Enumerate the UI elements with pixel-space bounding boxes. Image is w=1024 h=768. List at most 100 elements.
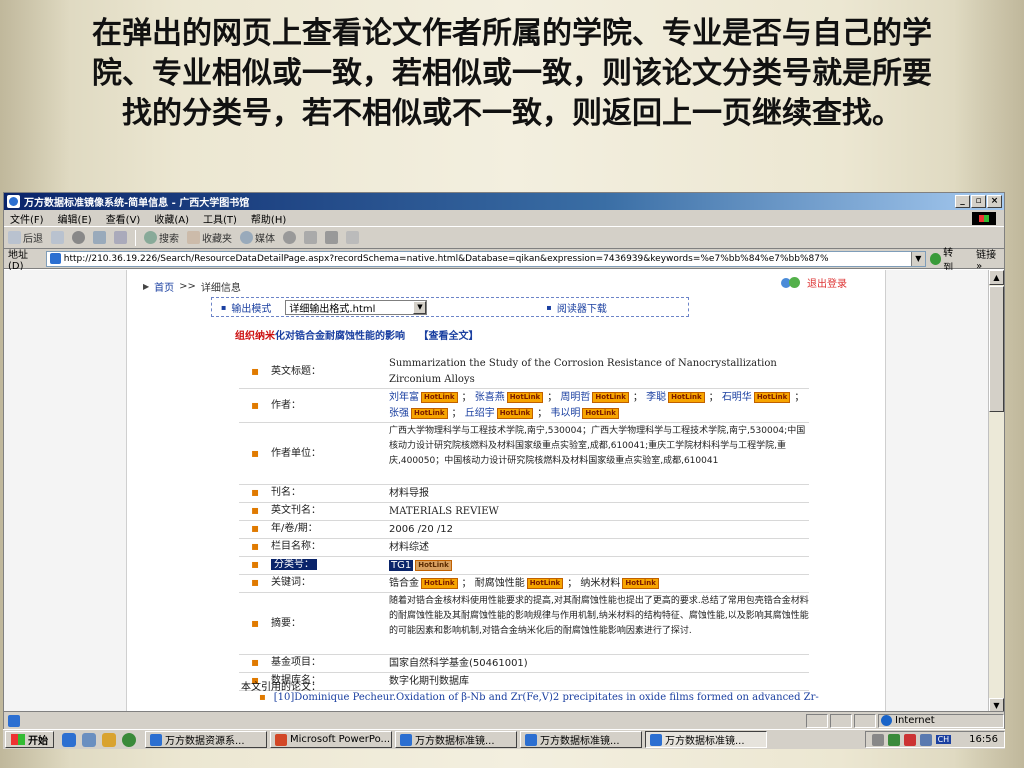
keyword-link[interactable]: 锆合金 <box>389 578 419 589</box>
refresh-button[interactable] <box>93 231 106 244</box>
field-value: 国家自然科学基金(50461001) <box>389 658 528 669</box>
field-value: 随着对锆合金核材料使用性能要求的提高,对其耐腐蚀性能也提出了更高的要求.总结了常… <box>389 596 809 636</box>
toolbar-separator <box>135 229 136 246</box>
taskbar-item[interactable]: 万方数据标准镜... <box>395 731 517 748</box>
minimize-button[interactable]: _ <box>955 195 970 208</box>
citation-item[interactable]: ▪ [10]Dominique Pecheur.Oxidation of β-N… <box>259 692 819 703</box>
taskbar-item[interactable]: 万方数据资源系... <box>145 731 267 748</box>
language-indicator[interactable]: CH <box>935 735 952 744</box>
menu-help[interactable]: 帮助(H) <box>251 211 286 226</box>
menu-edit[interactable]: 编辑(E) <box>58 211 92 226</box>
field-value: 数字化期刊数据库 <box>389 676 469 687</box>
menu-favorites[interactable]: 收藏(A) <box>154 211 189 226</box>
hotlink-badge[interactable]: HotLink <box>622 577 659 589</box>
taskbar-item[interactable]: Microsoft PowerPo... <box>270 731 392 748</box>
vertical-scrollbar[interactable]: ▲ ▼ <box>988 270 1004 713</box>
ime-icon[interactable] <box>919 733 932 746</box>
author-link[interactable]: 丘绍宇 <box>465 408 495 419</box>
favorites-button[interactable]: 收藏夹 <box>187 230 232 245</box>
ie-quicklaunch-icon[interactable] <box>62 732 76 747</box>
journal-link[interactable]: 材料导报 <box>389 485 809 502</box>
hotlink-badge[interactable]: HotLink <box>753 391 791 403</box>
hotlink-badge[interactable]: HotLink <box>496 407 534 419</box>
menu-tools[interactable]: 工具(T) <box>203 211 237 226</box>
author-link[interactable]: 韦以明 <box>550 408 580 419</box>
page-content-area: ▶ 首页 >> 详细信息 退出登录 ▪ 输出模式 详细输出格式.html ▼ ▪… <box>4 270 990 713</box>
favorites-label: 收藏夹 <box>202 234 232 245</box>
ie-icon <box>400 733 412 746</box>
media-player-icon[interactable] <box>122 732 136 747</box>
speaker-icon[interactable] <box>871 733 884 746</box>
taskbar-item-active[interactable]: 万方数据标准镜... <box>645 731 767 748</box>
hotlink-badge[interactable]: HotLink <box>411 407 448 419</box>
window-titlebar[interactable]: 万方数据标准镜像系统-简单信息 - 广西大学图书馆 _ ▫ × <box>4 193 1004 210</box>
hotlink-badge[interactable]: HotLink <box>582 407 619 419</box>
edit-icon <box>346 231 359 244</box>
menu-bar: 文件(F) 编辑(E) 查看(V) 收藏(A) 工具(T) 帮助(H) <box>4 210 1004 227</box>
classification-code[interactable]: TG1 <box>389 560 414 571</box>
network-icon[interactable] <box>887 733 900 746</box>
edit-button[interactable] <box>346 231 359 244</box>
media-button[interactable]: 媒体 <box>240 230 275 245</box>
author-link[interactable]: 刘年富 <box>389 392 419 403</box>
logout-link[interactable]: 退出登录 <box>781 275 847 290</box>
home-button[interactable] <box>114 231 127 244</box>
breadcrumb-home-link[interactable]: 首页 <box>154 279 174 294</box>
search-button[interactable]: 搜索 <box>144 230 179 245</box>
antivirus-icon[interactable] <box>903 733 916 746</box>
mail-button[interactable] <box>304 231 317 244</box>
view-fulltext-link[interactable]: 【查看全文】 <box>418 331 478 342</box>
breadcrumb: ▶ 首页 >> 详细信息 <box>143 279 241 294</box>
citations-heading: 本文引用的论文： <box>241 682 321 693</box>
forward-button[interactable] <box>51 231 64 244</box>
keyword-link[interactable]: 耐腐蚀性能 <box>475 578 525 589</box>
hotlink-badge[interactable]: HotLink <box>421 391 458 403</box>
menu-view[interactable]: 查看(V) <box>106 211 141 226</box>
bullet-icon: ▪ <box>251 521 260 535</box>
author-link[interactable]: 张喜燕 <box>475 392 505 403</box>
clock: 16:56 <box>969 734 998 745</box>
scroll-thumb[interactable] <box>989 286 1004 412</box>
hotlink-badge[interactable]: HotLink <box>592 391 629 403</box>
stop-button[interactable] <box>72 231 85 244</box>
reader-download-link[interactable]: ▪ 阅读器下载 <box>537 300 606 315</box>
issue-link[interactable]: 2006 /20 /12 <box>389 521 809 538</box>
hotlink-badge[interactable]: HotLink <box>668 391 705 403</box>
close-button[interactable]: × <box>987 195 1002 208</box>
author-link[interactable]: 周明哲 <box>560 392 590 403</box>
keyword-link[interactable]: 纳米材料 <box>580 578 620 589</box>
field-row-column: ▪ 栏目名称： 材料综述 <box>239 539 809 557</box>
go-button[interactable]: 转到 <box>929 244 962 274</box>
print-button[interactable] <box>325 231 338 244</box>
field-row-affiliation: ▪ 作者单位： 广西大学物理科学与工程技术学院,南宁,530004；广西大学物理… <box>239 423 809 485</box>
browser-window: 万方数据标准镜像系统-简单信息 - 广西大学图书馆 _ ▫ × 文件(F) 编辑… <box>3 192 1005 730</box>
taskbar-item-label: 万方数据标准镜... <box>415 736 495 747</box>
home-icon <box>114 231 127 244</box>
hotlink-badge[interactable]: HotLink <box>421 577 458 589</box>
bullet-icon: ▪ <box>251 446 260 460</box>
taskbar-item[interactable]: 万方数据标准镜... <box>520 731 642 748</box>
author-link[interactable]: 张强 <box>389 408 409 419</box>
back-button[interactable]: 后退 <box>8 230 43 245</box>
restore-button[interactable]: ▫ <box>971 195 986 208</box>
start-button[interactable]: 开始 <box>5 731 54 748</box>
history-button[interactable] <box>283 231 296 244</box>
author-link[interactable]: 石明华 <box>722 392 752 403</box>
outlook-icon[interactable] <box>102 732 116 747</box>
system-tray: CH 16:56 <box>864 731 1005 748</box>
address-label: 地址(D) <box>8 249 28 272</box>
status-cells: Internet <box>804 713 1004 728</box>
address-input[interactable]: http://210.36.19.226/Search/ResourceData… <box>45 250 926 267</box>
hotlink-badge[interactable]: HotLink <box>415 559 452 571</box>
windows-logo-icon <box>972 212 996 225</box>
menu-file[interactable]: 文件(F) <box>10 211 44 226</box>
export-format-select[interactable]: 详细输出格式.html ▼ <box>285 299 428 315</box>
field-row-en-journal: ▪ 英文刊名： MATERIALS REVIEW <box>239 503 809 521</box>
hotlink-badge[interactable]: HotLink <box>506 391 544 403</box>
chevron-down-icon[interactable]: ▼ <box>910 251 925 266</box>
author-link[interactable]: 李聪 <box>646 392 666 403</box>
links-button[interactable]: 链接 » <box>976 246 1004 272</box>
hotlink-badge[interactable]: HotLink <box>526 577 564 589</box>
desktop-icon[interactable] <box>82 732 96 747</box>
scroll-up-icon[interactable]: ▲ <box>989 270 1004 285</box>
